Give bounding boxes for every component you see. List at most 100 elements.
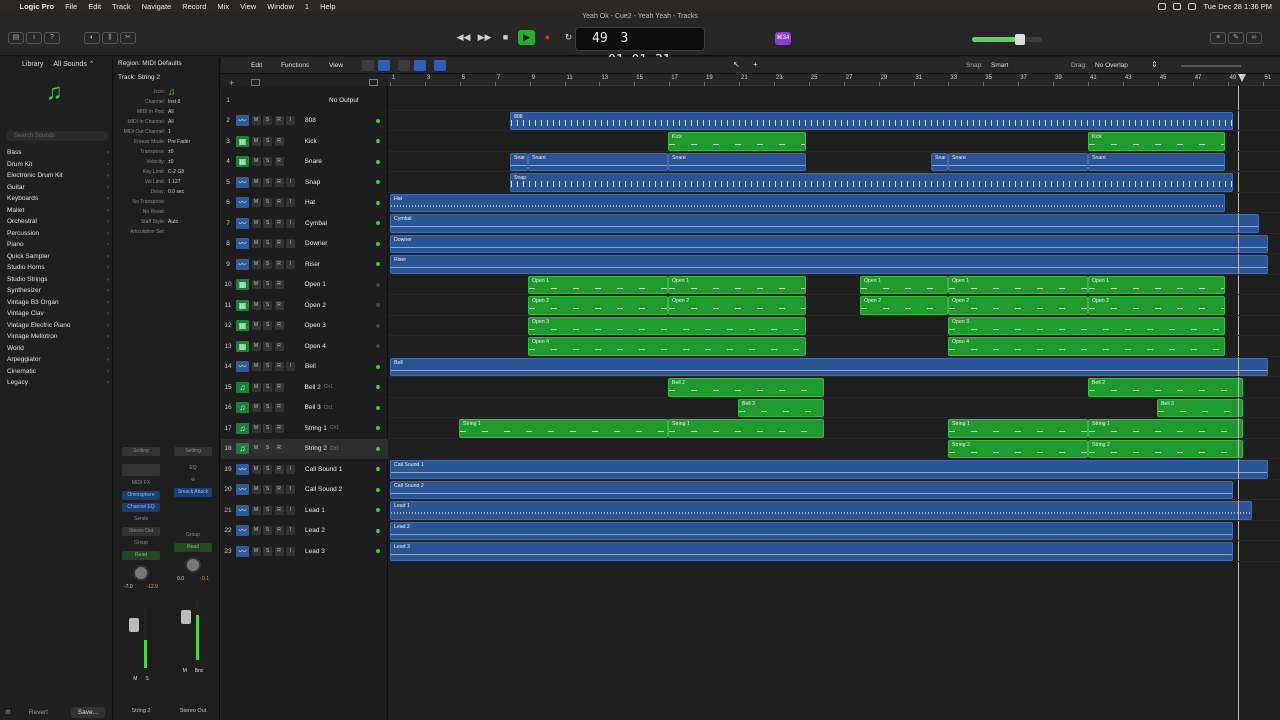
output-slot[interactable]: Stereo Out	[122, 527, 160, 536]
help-icon[interactable]: ?	[44, 32, 60, 44]
solo-button[interactable]: S	[263, 423, 272, 433]
mute-button[interactable]: M	[251, 280, 261, 290]
solo-button[interactable]: S	[263, 444, 272, 454]
library-item[interactable]: Vintage Electric Piano ›	[0, 320, 113, 332]
view-menu[interactable]: View	[329, 60, 343, 71]
global-tracks-icon[interactable]	[369, 79, 378, 86]
mute-button[interactable]: M	[251, 341, 261, 351]
automation-read-button[interactable]: Read	[174, 543, 212, 552]
track-on-led[interactable]	[376, 446, 380, 451]
library-item[interactable]: Guitar ›	[0, 182, 113, 194]
track-name[interactable]: Lead 3	[305, 548, 325, 555]
track-on-led[interactable]	[376, 487, 380, 492]
record-enable-button[interactable]: R	[274, 464, 284, 474]
mute-button[interactable]: M	[251, 300, 261, 310]
track-on-led[interactable]	[376, 180, 380, 184]
record-enable-button[interactable]: R	[274, 526, 284, 536]
list-view-icon[interactable]	[378, 60, 390, 71]
track-name[interactable]: Lead 2	[305, 527, 325, 534]
track-header[interactable]: 2 〰 M S R I 808	[221, 111, 388, 132]
smart-controls-icon[interactable]: ◐	[84, 32, 100, 44]
track-name[interactable]: Open 2	[305, 302, 326, 309]
mute-button[interactable]: M	[251, 382, 261, 392]
inspector-row[interactable]: Transpose: ±0	[114, 149, 219, 159]
record-enable-button[interactable]: R	[274, 546, 284, 556]
track-header[interactable]: 19 〰 M S R I Call Sound 1	[221, 459, 388, 480]
inspector-row[interactable]: Vel Limit: 1 127	[114, 179, 219, 189]
record-enable-button[interactable]: R	[274, 198, 284, 208]
inspector-row-value[interactable]: Inst 8	[168, 99, 180, 109]
region-inspector-header[interactable]: Region: MIDI Defaults	[114, 57, 219, 71]
volume-fader[interactable]	[126, 598, 156, 668]
link-icon[interactable]: ⊕	[174, 476, 212, 485]
solo-button[interactable]: S	[263, 177, 272, 187]
inspector-row[interactable]: Staff Style: Auto	[114, 219, 219, 229]
inspector-row[interactable]: MIDI In Channel: All	[114, 119, 219, 129]
pointer-tool-icon[interactable]: ↖	[733, 60, 740, 69]
inspector-row[interactable]: No Transpose:	[114, 199, 219, 209]
inspector-row-value[interactable]: ±0	[168, 149, 174, 159]
waveform-zoom-icon[interactable]: ⇕	[1151, 60, 1158, 69]
drag-select[interactable]: No Overlap	[1095, 60, 1128, 71]
track-name[interactable]: Open 4	[305, 343, 326, 350]
mute-button[interactable]: M	[251, 136, 261, 146]
mute-button[interactable]: M	[251, 177, 261, 187]
gear-icon[interactable]: ⚙	[5, 708, 11, 716]
menu-item[interactable]: Help	[315, 2, 341, 11]
record-button[interactable]: ●	[539, 30, 556, 45]
track-header[interactable]: 18 ♫ M S R String 2 Ch1	[221, 438, 388, 459]
library-item[interactable]: Cinematic ›	[0, 366, 113, 378]
group-slot[interactable]: Group	[122, 539, 160, 548]
track-on-led[interactable]	[376, 221, 380, 225]
solo-button[interactable]: S	[263, 157, 272, 167]
track-on-led[interactable]	[376, 467, 380, 471]
master-volume-slider[interactable]	[972, 34, 1042, 45]
track-header[interactable]: 13 ▦ M S R Open 4	[221, 336, 388, 357]
track-icon[interactable]: ♫	[168, 87, 176, 98]
track-name[interactable]: Riser	[305, 261, 320, 268]
mute-button[interactable]: M	[251, 546, 261, 556]
bar-ruler[interactable]: 1 3 5 7 9 11 13 15 17 19 21 23 25 27 29 31 33 35 37 39 41 43 4…	[388, 74, 1280, 86]
track-name[interactable]: Bell 2	[305, 384, 321, 391]
record-enable-button[interactable]: R	[274, 321, 284, 331]
track-name[interactable]: Call Sound 2	[305, 486, 342, 493]
track-name[interactable]: Call Sound 1	[305, 466, 342, 473]
stop-button[interactable]: ■	[497, 30, 514, 45]
solo-button[interactable]: S	[263, 505, 272, 515]
mute-button[interactable]: M	[183, 668, 187, 674]
inspector-row[interactable]: Key Limit: C-2 G8	[114, 169, 219, 179]
track-name[interactable]: Bell 3	[305, 404, 321, 411]
flex-icon[interactable]	[434, 60, 446, 71]
library-item[interactable]: Legacy ›	[0, 377, 113, 389]
automation-read-button[interactable]: Read	[122, 551, 160, 560]
revert-button[interactable]: Revert	[29, 709, 48, 716]
solo-button[interactable]: S	[263, 136, 272, 146]
track-on-led[interactable]	[376, 303, 380, 307]
inspector-row-value[interactable]: All	[168, 119, 174, 129]
menu-item[interactable]: 1	[299, 2, 314, 11]
count-in-badge[interactable]: ⌘34	[775, 32, 791, 45]
library-item[interactable]: World ›	[0, 343, 113, 355]
track-name[interactable]: String 2	[305, 445, 327, 452]
menu-item[interactable]: File	[60, 2, 83, 11]
info-icon[interactable]: i	[26, 32, 42, 44]
library-filter[interactable]: All Sounds ⌃	[53, 61, 94, 68]
inspector-row[interactable]: Velocity: ±0	[114, 159, 219, 169]
library-item[interactable]: Arpeggiator ›	[0, 354, 113, 366]
app-menu[interactable]: Logic Pro	[14, 2, 60, 11]
inspector-row[interactable]: Freeze Mode: Pre Fader	[114, 139, 219, 149]
library-toggle-icon[interactable]: ▤	[8, 32, 24, 44]
track-header[interactable]: 16 ♫ M S R Bell 3 Ch1	[221, 398, 388, 419]
library-item[interactable]: Studio Strings ›	[0, 274, 113, 286]
track-on-led[interactable]	[376, 364, 380, 369]
input-monitor-button[interactable]: I	[286, 218, 295, 228]
record-enable-button[interactable]: R	[274, 259, 284, 269]
input-monitor-button[interactable]: I	[286, 526, 295, 536]
solo-button[interactable]: S	[263, 239, 272, 249]
track-on-led[interactable]	[376, 344, 380, 348]
notepad-icon[interactable]: ✎	[1228, 32, 1244, 44]
solo-button[interactable]: S	[263, 259, 272, 269]
library-item[interactable]: Keyboards ›	[0, 193, 113, 205]
inspector-row-value[interactable]: 1	[168, 129, 171, 139]
wifi-icon[interactable]	[1173, 2, 1182, 10]
